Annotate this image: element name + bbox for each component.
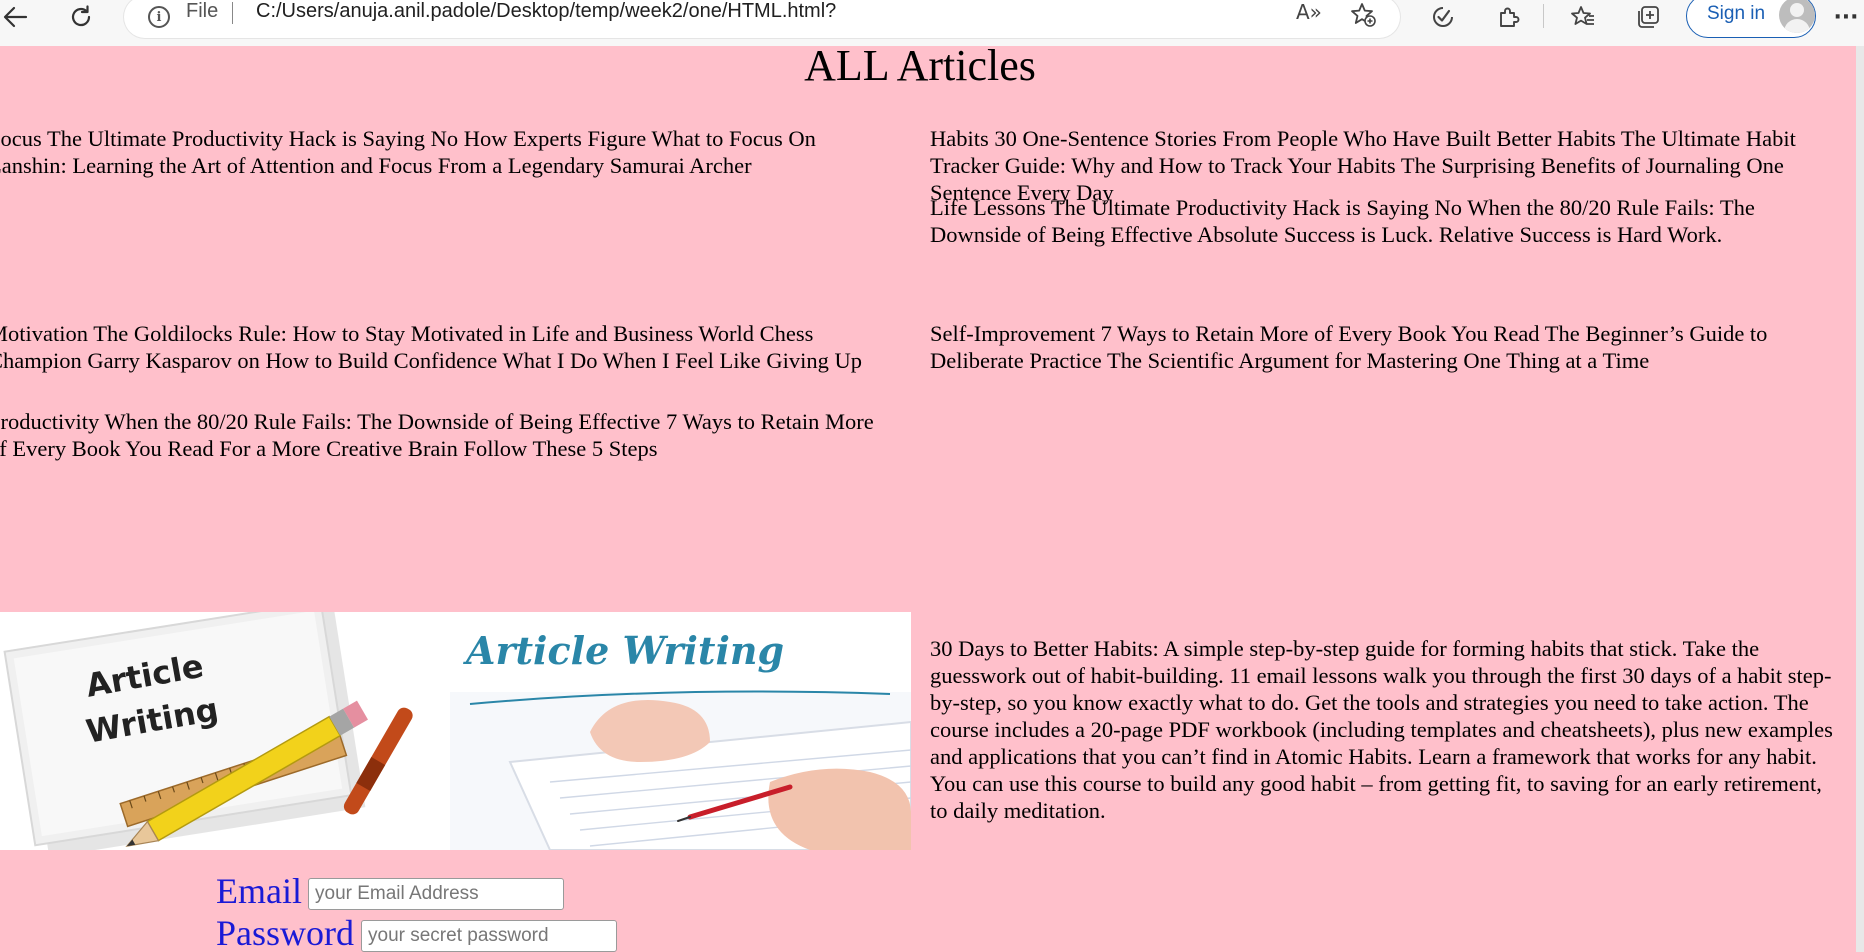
password-label: Password: [216, 913, 355, 952]
profile-avatar-icon: [1779, 0, 1815, 33]
email-label: Email: [216, 871, 302, 911]
browser-essentials-icon[interactable]: [1428, 0, 1458, 34]
more-icon[interactable]: ···: [1832, 0, 1860, 34]
article-writing-images: Article Writing Article Writing: [0, 612, 911, 850]
read-aloud-icon[interactable]: A»: [1296, 0, 1322, 24]
sign-in-label: Sign in: [1707, 3, 1766, 24]
password-input[interactable]: [361, 920, 617, 952]
course-description: 30 Days to Better Habits: A simple step-…: [930, 636, 1833, 823]
article-motivation: Motivation The Goldilocks Rule: How to S…: [0, 321, 862, 373]
vertical-scrollbar[interactable]: [1856, 46, 1864, 952]
info-icon[interactable]: i: [148, 6, 170, 28]
image-right-title: Article Writing: [463, 628, 784, 673]
article-focus: Focus The Ultimate Productivity Hack is …: [0, 126, 816, 178]
article-self-improvement: Self-Improvement 7 Ways to Retain More o…: [930, 321, 1768, 373]
toolbar-divider: [1543, 4, 1544, 28]
email-input[interactable]: [308, 878, 564, 910]
favorites-icon[interactable]: [1568, 0, 1598, 34]
article-life-lessons: Life Lessons The Ultimate Productivity H…: [930, 195, 1755, 247]
back-icon[interactable]: [0, 0, 30, 34]
sign-in-button[interactable]: Sign in: [1686, 0, 1816, 38]
favorite-add-icon[interactable]: [1350, 2, 1376, 33]
article-productivity: Productivity When the 80/20 Rule Fails: …: [0, 409, 874, 461]
collections-icon[interactable]: [1633, 0, 1663, 34]
article-writing-illustration: Article Writing Article Writing: [0, 612, 911, 850]
extensions-icon[interactable]: [1494, 0, 1524, 34]
url-text[interactable]: C:/Users/anuja.anil.padole/Desktop/temp/…: [256, 0, 836, 23]
page-title: ALL Articles: [804, 46, 1036, 90]
address-separator: [232, 2, 233, 24]
refresh-icon[interactable]: [66, 0, 96, 34]
file-label: File: [186, 0, 219, 22]
address-bar[interactable]: i File C:/Users/anuja.anil.padole/Deskto…: [124, 0, 1400, 38]
page-content: ALL Articles Focus The Ultimate Producti…: [0, 46, 1856, 952]
browser-toolbar: i File C:/Users/anuja.anil.padole/Deskto…: [0, 0, 1864, 47]
